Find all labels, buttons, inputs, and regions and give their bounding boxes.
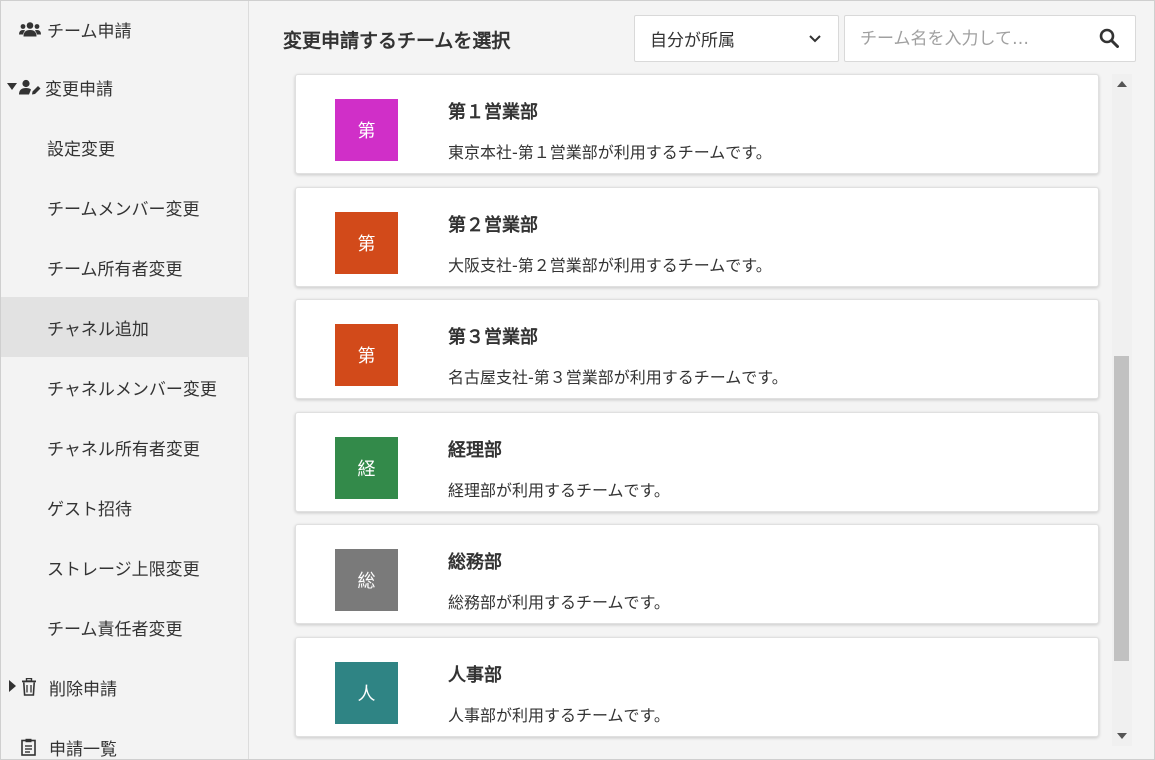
sidebar-item-label: ストレージ上限変更 xyxy=(47,559,200,580)
team-card[interactable]: 第 第２営業部 大阪支社-第２営業部が利用するチームです。 xyxy=(295,186,1099,287)
scroll-up-arrow-icon[interactable] xyxy=(1117,81,1127,87)
sidebar-section-change[interactable]: 変更申請 xyxy=(1,57,249,117)
main-content: 変更申請するチームを選択 自分が所属 第 第１営 xyxy=(249,1,1154,759)
team-description: 人事部が利用するチームです。 xyxy=(448,705,670,725)
caret-right-icon xyxy=(9,679,21,695)
clipboard-icon xyxy=(21,738,49,756)
app-window: チーム申請 変更申請 設定変更 チームメンバー変更 チーム所有者変更 チャネル追… xyxy=(0,0,1155,760)
team-avatar: 第 xyxy=(335,99,398,161)
sidebar-item-label: チャネル追加 xyxy=(47,319,149,340)
team-avatar: 経 xyxy=(335,436,398,499)
sidebar-item-channel-add[interactable]: チャネル追加 xyxy=(1,297,249,357)
sidebar-item-settings-change[interactable]: 設定変更 xyxy=(1,117,249,177)
chevron-down-icon xyxy=(808,30,822,50)
team-list: 第 第１営業部 東京本社-第１営業部が利用するチームです。 第 第２営業部 大阪… xyxy=(295,74,1099,749)
sidebar-item-label: 申請一覧 xyxy=(49,739,117,760)
team-avatar-initial: 第 xyxy=(357,346,376,367)
sidebar-section-delete[interactable]: 削除申請 xyxy=(1,657,249,717)
team-avatar-initial: 総 xyxy=(357,571,376,592)
sidebar-item-request-list[interactable]: 申請一覧 xyxy=(1,717,249,760)
team-name: 第１営業部 xyxy=(448,102,538,123)
sidebar-section-label: 変更申請 xyxy=(45,79,113,100)
affiliation-filter-select[interactable]: 自分が所属 xyxy=(634,15,839,62)
sidebar-item-team-manager-change[interactable]: チーム責任者変更 xyxy=(1,597,249,657)
trash-icon xyxy=(21,678,49,696)
scroll-down-arrow-icon[interactable] xyxy=(1117,733,1127,739)
list-scrollbar[interactable] xyxy=(1112,74,1132,746)
team-card[interactable]: 総 総務部 総務部が利用するチームです。 xyxy=(295,524,1099,624)
sidebar-item-storage-limit-change[interactable]: ストレージ上限変更 xyxy=(1,537,249,597)
sidebar-item-channel-member-change[interactable]: チャネルメンバー変更 xyxy=(1,357,249,417)
team-avatar: 人 xyxy=(335,661,398,724)
sidebar-item-label: ゲスト招待 xyxy=(47,499,132,520)
team-description: 経理部が利用するチームです。 xyxy=(448,480,670,500)
team-description: 総務部が利用するチームです。 xyxy=(448,593,670,612)
team-description: 名古屋支社-第３営業部が利用するチームです。 xyxy=(448,368,788,387)
sidebar-section-label: 削除申請 xyxy=(49,679,117,700)
team-avatar: 第 xyxy=(335,211,398,274)
sidebar-item-channel-owner-change[interactable]: チャネル所有者変更 xyxy=(1,417,249,477)
team-name: 人事部 xyxy=(448,664,502,686)
page-title: 変更申請するチームを選択 xyxy=(283,30,511,52)
team-avatar-initial: 第 xyxy=(357,233,376,255)
team-description: 東京本社-第１営業部が利用するチームです。 xyxy=(448,143,772,162)
team-description: 大阪支社-第２営業部が利用するチームです。 xyxy=(448,255,772,275)
team-name: 経理部 xyxy=(448,439,502,461)
sidebar-item-label: チャネルメンバー変更 xyxy=(47,379,217,400)
team-search-input[interactable] xyxy=(845,16,1090,61)
team-avatar-initial: 人 xyxy=(357,683,376,705)
sidebar-item-label: チーム申請 xyxy=(47,21,132,42)
sidebar-item-label: チームメンバー変更 xyxy=(47,199,200,220)
sidebar-item-team-owner-change[interactable]: チーム所有者変更 xyxy=(1,237,249,297)
user-edit-icon xyxy=(19,79,45,95)
sidebar-item-team-member-change[interactable]: チームメンバー変更 xyxy=(1,177,249,237)
team-avatar: 第 xyxy=(335,324,398,386)
scrollbar-thumb[interactable] xyxy=(1114,356,1129,661)
team-avatar-initial: 経 xyxy=(357,458,376,480)
sidebar: チーム申請 変更申請 設定変更 チームメンバー変更 チーム所有者変更 チャネル追… xyxy=(1,1,249,760)
search-icon[interactable] xyxy=(1099,28,1119,52)
caret-down-icon xyxy=(7,81,19,94)
sidebar-item-team-request[interactable]: チーム申請 xyxy=(1,1,249,57)
team-card[interactable]: 人 人事部 人事部が利用するチームです。 xyxy=(295,636,1099,737)
team-name: 第３営業部 xyxy=(448,327,538,348)
header: 変更申請するチームを選択 自分が所属 xyxy=(249,1,1154,73)
team-name: 総務部 xyxy=(448,552,502,573)
team-name: 第２営業部 xyxy=(448,214,538,236)
team-card[interactable]: 第 第１営業部 東京本社-第１営業部が利用するチームです。 xyxy=(295,74,1099,174)
team-search-box xyxy=(844,15,1136,62)
team-avatar: 総 xyxy=(335,549,398,611)
team-card[interactable]: 経 経理部 経理部が利用するチームです。 xyxy=(295,411,1099,512)
sidebar-item-label: チーム責任者変更 xyxy=(47,619,183,640)
sidebar-item-label: チーム所有者変更 xyxy=(47,259,183,280)
sidebar-item-guest-invite[interactable]: ゲスト招待 xyxy=(1,477,249,537)
filter-value: 自分が所属 xyxy=(650,31,735,51)
team-icon xyxy=(19,21,47,37)
team-card[interactable]: 第 第３営業部 名古屋支社-第３営業部が利用するチームです。 xyxy=(295,299,1099,399)
sidebar-item-label: チャネル所有者変更 xyxy=(47,439,200,460)
team-avatar-initial: 第 xyxy=(357,121,376,142)
sidebar-item-label: 設定変更 xyxy=(47,139,115,160)
